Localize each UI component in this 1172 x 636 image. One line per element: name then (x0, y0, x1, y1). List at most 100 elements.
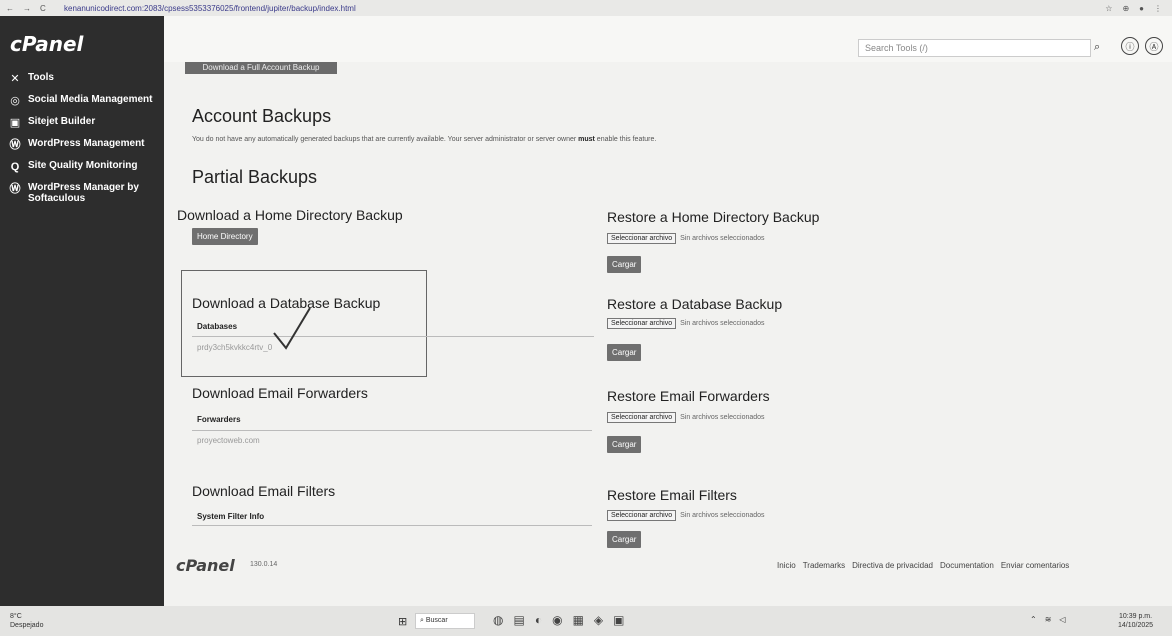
quality-icon: Q (10, 160, 20, 173)
partial-backups-heading: Partial Backups (192, 167, 318, 187)
forward-icon[interactable]: → (23, 4, 31, 13)
extension-icon[interactable]: ⊕ (1122, 4, 1129, 13)
widgets-icon[interactable]: ◍ (493, 613, 503, 627)
header: Search Tools (/) ⌕ ⓘ Ⓐ (164, 16, 1172, 62)
footer-links: Inicio Trademarks Directiva de privacida… (777, 561, 1069, 570)
sidebar-item-wordpress-management[interactable]: Ⓦ WordPress Management (0, 134, 164, 156)
volume-icon[interactable]: ◁ (1059, 615, 1065, 624)
checkmark-icon (273, 307, 311, 350)
choose-file-button[interactable]: Seleccionar archivo (607, 318, 677, 329)
browser-actions: ☆ ⊕ ● ⋮ (1105, 4, 1172, 13)
forwarders-download-heading: Download Email Forwarders (192, 385, 368, 401)
file-status: Sin archivos seleccionados (680, 320, 765, 327)
account-backups-heading: Account Backups (192, 106, 332, 126)
chrome-icon[interactable]: ◉ (552, 613, 562, 627)
forwarders-restore-heading: Restore Email Forwarders (607, 388, 770, 404)
sidebar-item-label: Site Quality Monitoring (28, 160, 138, 171)
choose-file-button[interactable]: Seleccionar archivo (607, 412, 677, 423)
app-icon[interactable]: ▣ (613, 613, 624, 627)
taskbar-apps: ◍ ▤ ◐ ◉ ▦ ◈ ▣ (493, 613, 624, 627)
sitejet-icon: ▣ (9, 116, 21, 129)
upload-button[interactable]: Cargar (607, 344, 642, 361)
filters-restore-heading: Restore Email Filters (607, 487, 737, 503)
file-status: Sin archivos seleccionados (680, 235, 765, 242)
footer-link-home[interactable]: Inicio (777, 561, 796, 570)
sidebar-item-softaculous[interactable]: Ⓦ WordPress Manager by Softaculous (0, 178, 164, 208)
sidebar-menu: ✕ Tools ◎ Social Media Management ▣ Sitejet… (0, 68, 164, 208)
forwarders-column-header: Forwarders (197, 415, 241, 424)
address-bar[interactable]: kenanunicodirect.com:2083/cpsess53533760… (64, 4, 424, 13)
database-restore-heading: Restore a Database Backup (607, 296, 783, 312)
network-icon[interactable]: ≋ (1045, 615, 1052, 624)
menu-icon[interactable]: ⋮ (1154, 4, 1162, 13)
tools-icon: ✕ (10, 72, 20, 85)
footer-link-trademarks[interactable]: Trademarks (803, 561, 845, 570)
upload-button[interactable]: Cargar (607, 256, 642, 273)
taskbar: 8°C Despejado ⊞ ⌕ Buscar ◍ ▤ ◐ ◉ ▦ ◈ ▣ ⌃… (0, 606, 1172, 636)
sidebar-item-social-media[interactable]: ◎ Social Media Management (0, 90, 164, 112)
databases-column-header: Databases (197, 322, 238, 331)
help-icon[interactable]: ⓘ (1121, 37, 1139, 55)
home-download-heading: Download a Home Directory Backup (177, 207, 403, 223)
date: 14/10/2025 (1118, 622, 1154, 629)
version-label: 130.0.14 (250, 561, 278, 568)
app-icon[interactable]: ◈ (594, 613, 603, 627)
star-icon[interactable]: ☆ (1105, 4, 1112, 13)
system-tray: ⌃ ≋ ◁ (1030, 615, 1066, 624)
tray-expand-icon[interactable]: ⌃ (1030, 615, 1037, 624)
sidebar-item-label: Tools (28, 72, 54, 83)
footer-link-feedback[interactable]: Enviar comentarios (1001, 561, 1069, 570)
forwarder-link[interactable]: proyectoweb.com (197, 436, 260, 445)
taskbar-search[interactable]: ⌕ Buscar (415, 613, 475, 629)
filters-file-picker: Seleccionar archivo Sin archivos selecci… (607, 510, 765, 521)
search-icon[interactable]: ⌕ (1094, 41, 1100, 54)
file-status: Sin archivos seleccionados (680, 512, 765, 519)
sidebar-item-label: WordPress Management (28, 138, 145, 149)
filters-column-header: System Filter Info (197, 512, 265, 521)
weather-widget[interactable]: 8°C Despejado (0, 612, 43, 630)
database-link[interactable]: prdy3ch5kvkkc4rtv_0 (197, 343, 272, 352)
filters-download-heading: Download Email Filters (192, 483, 336, 499)
home-restore-heading: Restore a Home Directory Backup (607, 209, 820, 225)
user-icon[interactable]: Ⓐ (1145, 37, 1163, 55)
wordpress-icon: Ⓦ (9, 138, 21, 151)
home-file-picker: Seleccionar archivo Sin archivos selecci… (607, 233, 765, 244)
account-backups-description: You do not have any automatically genera… (192, 136, 657, 143)
weather-desc: Despejado (10, 622, 44, 629)
reload-icon[interactable]: C (40, 4, 46, 13)
footer-logo[interactable]: cPanel (176, 556, 235, 575)
choose-file-button[interactable]: Seleccionar archivo (607, 510, 677, 521)
upload-button[interactable]: Cargar (607, 531, 642, 548)
sidebar-item-tools[interactable]: ✕ Tools (0, 68, 164, 90)
forwarders-file-picker: Seleccionar archivo Sin archivos selecci… (607, 412, 765, 423)
footer-link-privacy[interactable]: Directiva de privacidad (852, 561, 933, 570)
store-icon[interactable]: ▦ (573, 613, 584, 627)
sidebar-item-label: Social Media Management (28, 94, 153, 105)
main-content: Account Backups You do not have any auto… (164, 62, 1172, 606)
search-input[interactable]: Search Tools (/) (858, 39, 1091, 57)
upload-button[interactable]: Cargar (607, 436, 642, 453)
choose-file-button[interactable]: Seleccionar archivo (607, 233, 677, 244)
back-icon[interactable]: ← (6, 4, 14, 13)
divider (192, 430, 592, 431)
file-status: Sin archivos seleccionados (680, 414, 765, 421)
sidebar-item-label: Sitejet Builder (28, 116, 96, 127)
sidebar-item-label: WordPress Manager by Softaculous (28, 182, 139, 204)
time: 10:39 p.m. (1118, 613, 1153, 620)
sidebar-item-site-quality[interactable]: Q Site Quality Monitoring (0, 156, 164, 178)
home-directory-button[interactable]: Home Directory (192, 228, 258, 245)
cpanel-logo[interactable]: cPanel (0, 16, 164, 68)
sidebar-item-sitejet[interactable]: ▣ Sitejet Builder (0, 112, 164, 134)
divider (192, 525, 592, 526)
footer-link-documentation[interactable]: Documentation (940, 561, 994, 570)
windows-start-icon[interactable]: ⊞ (398, 615, 407, 628)
browser-nav: ← → C (0, 4, 60, 13)
wordpress-icon: Ⓦ (9, 182, 21, 195)
profile-icon[interactable]: ● (1139, 4, 1144, 13)
sidebar: cPanel ✕ Tools ◎ Social Media Management ▣… (0, 16, 164, 606)
edge-icon[interactable]: ◐ (535, 613, 542, 627)
browser-toolbar: ← → C kenanunicodirect.com:2083/cpsess53… (0, 0, 1172, 16)
database-file-picker: Seleccionar archivo Sin archivos selecci… (607, 318, 765, 329)
clock[interactable]: 10:39 p.m. 14/10/2025 (1118, 612, 1153, 630)
file-explorer-icon[interactable]: ▤ (513, 613, 524, 627)
